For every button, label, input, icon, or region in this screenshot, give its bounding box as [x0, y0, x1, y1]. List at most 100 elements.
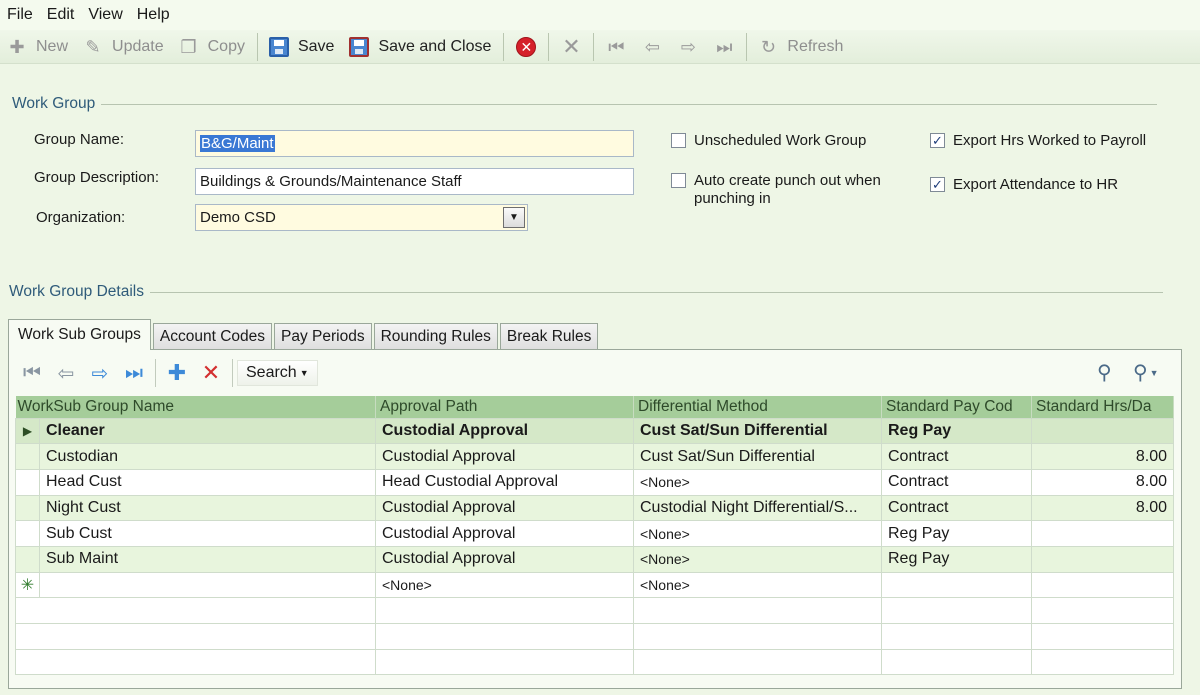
cell-name[interactable]: Custodian — [39, 443, 376, 470]
column-header-pay-code[interactable]: Standard Pay Cod — [881, 396, 1032, 418]
empty-cell — [633, 648, 882, 676]
column-header-differential[interactable]: Differential Method — [633, 396, 882, 418]
cell-name[interactable]: Sub Maint — [39, 545, 376, 573]
arrow-left-icon: ⇦ — [644, 36, 660, 57]
save-icon — [268, 36, 290, 58]
row-indicator — [15, 545, 40, 573]
export-payroll-checkbox[interactable]: ✓ Export Hrs Worked to Payroll — [930, 132, 1146, 149]
save-and-close-button[interactable]: Save and Close — [342, 32, 499, 62]
table-row[interactable]: Sub Cust Custodial Approval <None> Reg P… — [15, 520, 1174, 547]
first-row-icon[interactable]: ⏮ — [15, 358, 49, 388]
new-button[interactable]: ✚ New — [0, 32, 76, 62]
cell-differential[interactable]: Cust Sat/Sun Differential — [633, 417, 882, 445]
table-row[interactable]: Night Cust Custodial Approval Custodial … — [15, 494, 1174, 522]
column-header-hours[interactable]: Standard Hrs/Da — [1031, 396, 1174, 418]
group-description-input[interactable]: Buildings & Grounds/Maintenance Staff — [195, 168, 634, 195]
cell-name[interactable]: Cleaner — [39, 417, 376, 445]
cell-differential[interactable]: <None> — [633, 468, 882, 496]
cell-name[interactable]: Head Cust — [39, 468, 376, 496]
table-row[interactable]: Custodian Custodial Approval Cust Sat/Su… — [15, 443, 1174, 470]
cell-approval[interactable]: Custodial Approval — [375, 494, 634, 522]
menu-edit[interactable]: Edit — [40, 0, 82, 30]
cell-hours[interactable] — [1031, 545, 1174, 573]
last-row-icon[interactable]: ⏭ — [117, 358, 151, 388]
cell-pay-code[interactable]: Reg Pay — [881, 520, 1032, 547]
new-row[interactable]: ✳ <None> <None> — [15, 571, 1174, 599]
prev-row-icon[interactable]: ⇦ — [49, 358, 83, 388]
cell-differential[interactable]: <None> — [633, 545, 882, 573]
menu-view[interactable]: View — [81, 0, 129, 30]
cell-hours[interactable] — [1031, 417, 1174, 445]
empty-cell — [881, 597, 1032, 624]
cell-pay-code[interactable]: Reg Pay — [881, 545, 1032, 573]
tab-rounding-rules[interactable]: Rounding Rules — [373, 323, 498, 350]
first-record-button[interactable]: ⏮ — [598, 32, 634, 62]
cell-hours[interactable]: 8.00 — [1031, 443, 1174, 470]
next-row-icon[interactable]: ⇨ — [83, 358, 117, 388]
find-options-icon[interactable]: ⚲ ▼ — [1133, 360, 1159, 385]
copy-icon: ❐ — [180, 36, 197, 57]
delete-row-icon[interactable]: ✕ — [194, 358, 228, 388]
menu-file[interactable]: File — [0, 0, 40, 30]
cell-hours[interactable] — [1031, 520, 1174, 547]
cell-pay-code[interactable]: Reg Pay — [881, 417, 1032, 445]
cell-hours[interactable]: 8.00 — [1031, 494, 1174, 522]
delete-button[interactable]: ✕ — [553, 32, 589, 62]
cell-approval[interactable]: Custodial Approval — [375, 545, 634, 573]
column-header-approval[interactable]: Approval Path — [375, 396, 634, 418]
auto-punch-checkbox[interactable]: Auto create punch out when punching in — [671, 172, 881, 208]
cell-pay-code[interactable]: Contract — [881, 468, 1032, 496]
add-row-icon[interactable]: ✚ — [160, 358, 194, 388]
column-header-name[interactable]: WorkSub Group Name — [15, 396, 376, 418]
update-button[interactable]: ✎ Update — [76, 32, 172, 62]
export-hr-label: Export Attendance to HR — [953, 176, 1119, 193]
auto-punch-box[interactable] — [671, 173, 686, 188]
cell-differential[interactable]: <None> — [633, 571, 882, 599]
pencil-icon: ✎ — [85, 36, 101, 57]
cell-approval[interactable]: Custodial Approval — [375, 417, 634, 445]
cell-hours[interactable]: 8.00 — [1031, 468, 1174, 496]
cell-differential[interactable]: <None> — [633, 520, 882, 547]
cell-name[interactable]: Sub Cust — [39, 520, 376, 547]
group-name-input[interactable]: B&G/Maint — [195, 130, 634, 157]
cell-approval[interactable]: <None> — [375, 571, 634, 599]
copy-label: Copy — [207, 37, 245, 55]
table-row[interactable]: ▶ Cleaner Custodial Approval Cust Sat/Su… — [15, 417, 1174, 445]
tab-work-sub-groups[interactable]: Work Sub Groups — [8, 319, 151, 350]
cell-name[interactable] — [39, 571, 376, 599]
chevron-down-icon[interactable]: ▼ — [503, 207, 525, 228]
cancel-button[interactable]: ✕ — [508, 32, 544, 62]
table-row[interactable]: Sub Maint Custodial Approval <None> Reg … — [15, 545, 1174, 573]
save-button[interactable]: Save — [262, 32, 342, 62]
export-hr-checkbox[interactable]: ✓ Export Attendance to HR — [930, 176, 1118, 193]
cell-approval[interactable]: Custodial Approval — [375, 443, 634, 470]
cell-pay-code[interactable]: Contract — [881, 443, 1032, 470]
save-label: Save — [297, 37, 335, 55]
export-payroll-box[interactable]: ✓ — [930, 133, 945, 148]
organization-select[interactable]: Demo CSD ▼ — [195, 204, 528, 231]
unscheduled-checkbox[interactable]: Unscheduled Work Group — [671, 132, 866, 149]
cell-differential[interactable]: Cust Sat/Sun Differential — [633, 443, 882, 470]
copy-button[interactable]: ❐ Copy — [172, 32, 253, 62]
find-icon[interactable]: ⚲ — [1097, 360, 1112, 385]
refresh-button[interactable]: ↻ Refresh — [751, 32, 851, 62]
tab-pay-periods[interactable]: Pay Periods — [274, 323, 372, 350]
cell-approval[interactable]: Custodial Approval — [375, 520, 634, 547]
tab-account-codes[interactable]: Account Codes — [152, 323, 273, 350]
cell-pay-code[interactable] — [881, 571, 1032, 599]
last-record-button[interactable]: ⏭ — [706, 32, 742, 62]
cell-name[interactable]: Night Cust — [39, 494, 376, 522]
export-hr-box[interactable]: ✓ — [930, 177, 945, 192]
menu-help[interactable]: Help — [130, 0, 177, 30]
tab-break-rules[interactable]: Break Rules — [499, 323, 599, 350]
cell-differential[interactable]: Custodial Night Differential/S... — [633, 494, 882, 522]
table-row[interactable]: Head Cust Head Custodial Approval <None>… — [15, 468, 1174, 496]
group-name-label: Group Name: — [34, 131, 125, 148]
cell-hours[interactable] — [1031, 571, 1174, 599]
unscheduled-box[interactable] — [671, 133, 686, 148]
cell-approval[interactable]: Head Custodial Approval — [375, 468, 634, 496]
cell-pay-code[interactable]: Contract — [881, 494, 1032, 522]
next-record-button[interactable]: ⇨ — [670, 32, 706, 62]
search-button[interactable]: Search ▼ — [237, 360, 318, 386]
previous-record-button[interactable]: ⇦ — [634, 32, 670, 62]
